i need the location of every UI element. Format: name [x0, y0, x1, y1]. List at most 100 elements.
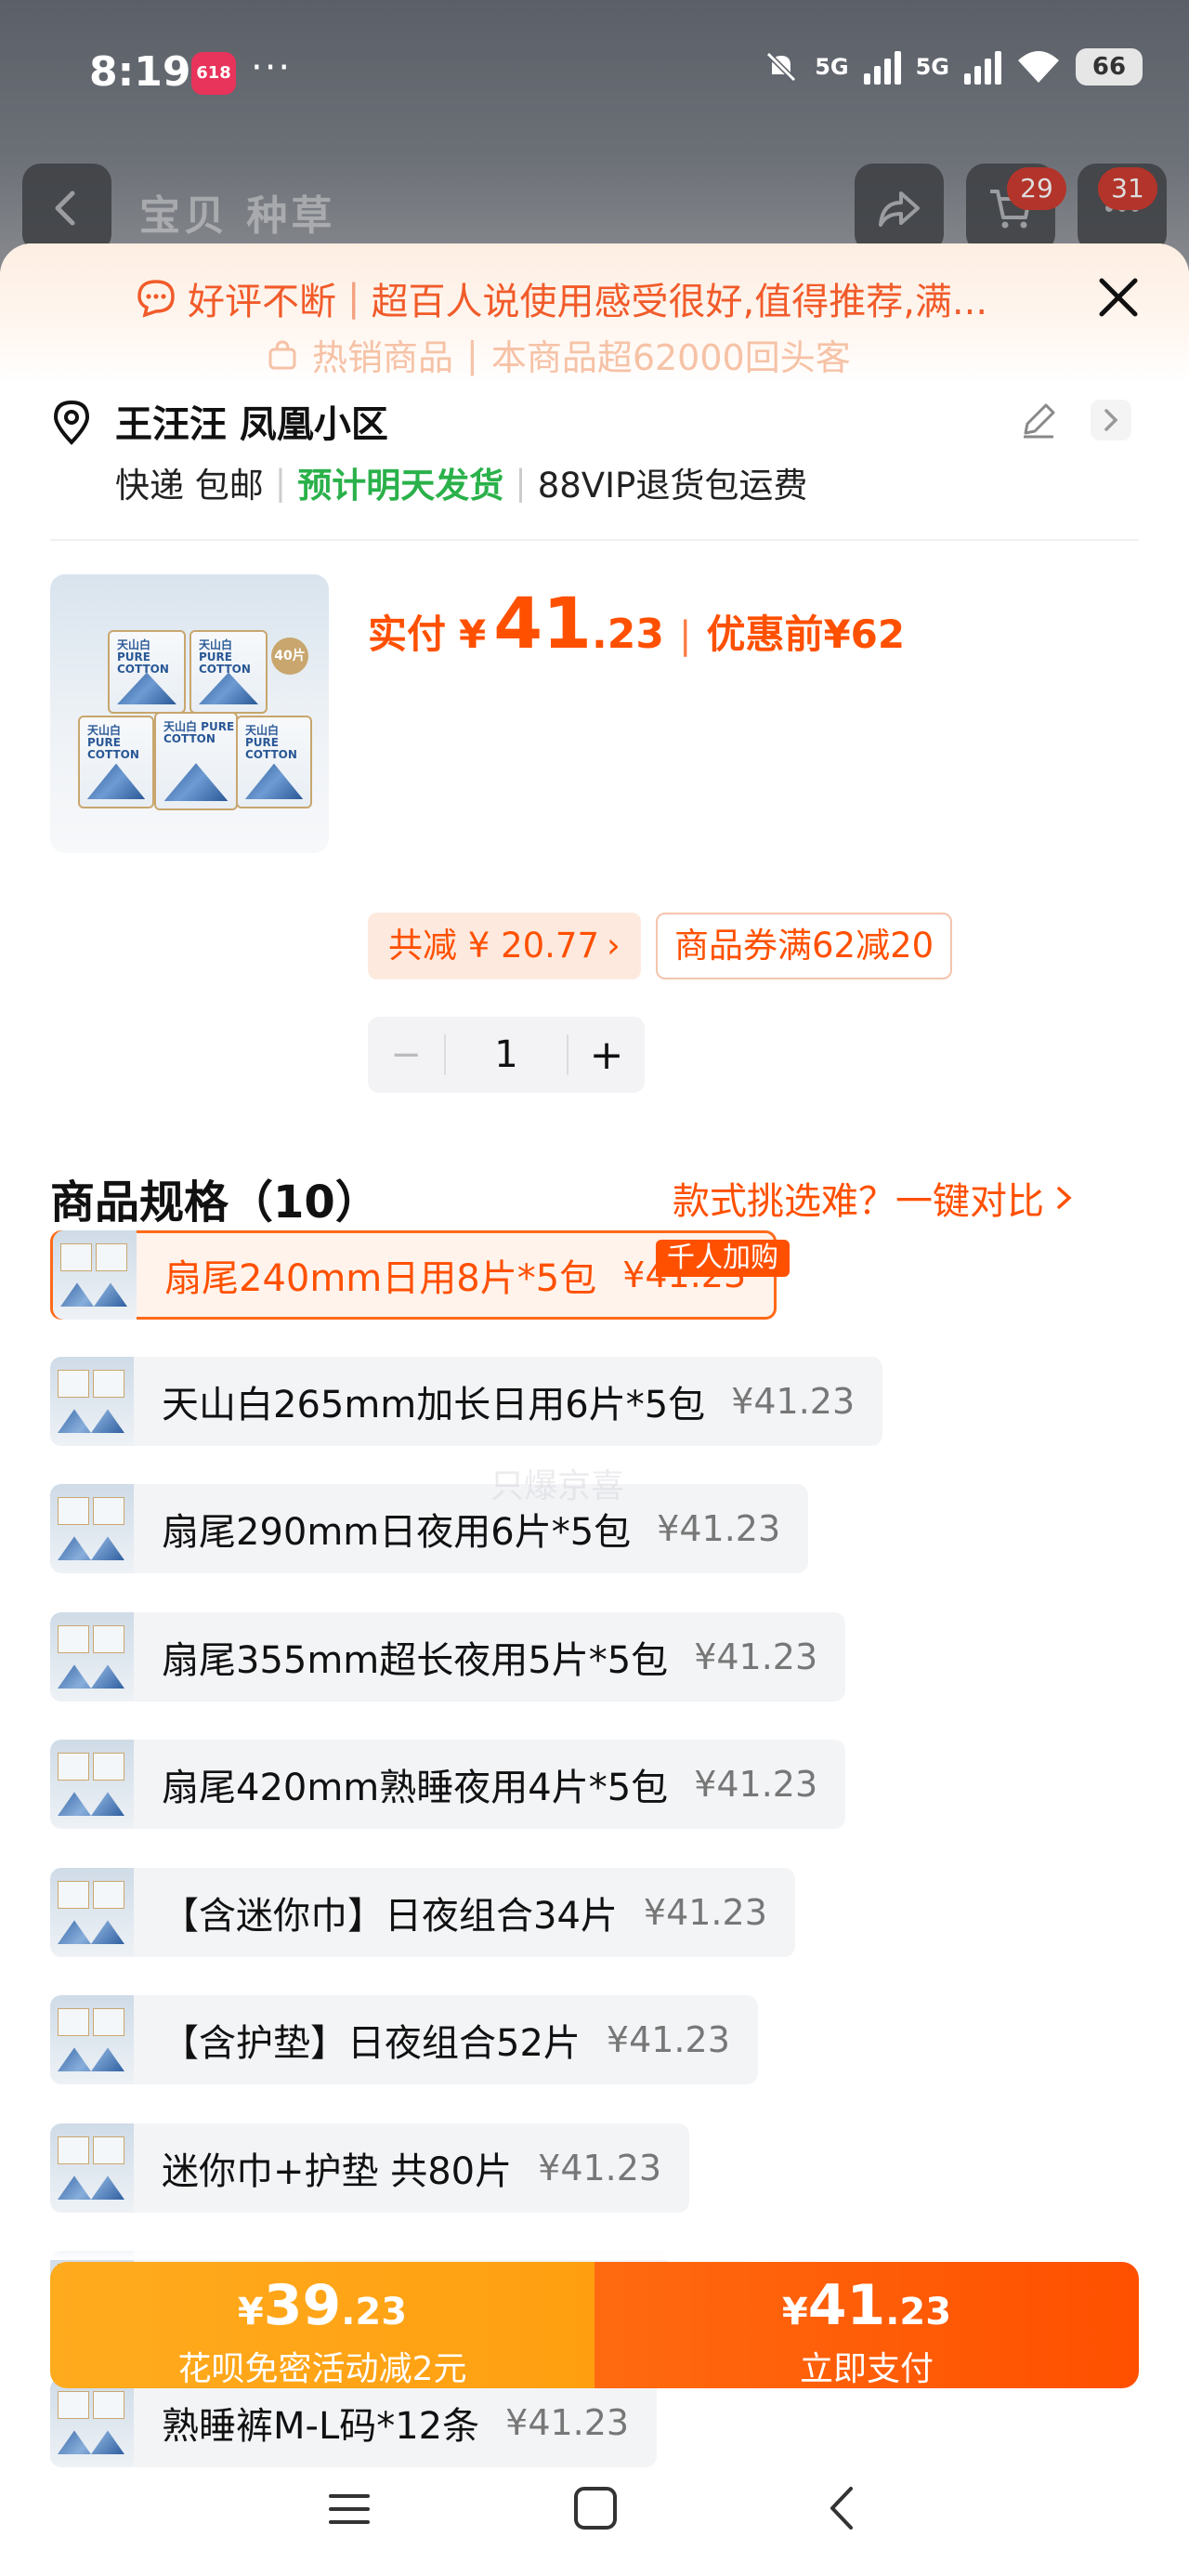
share-button[interactable] — [855, 164, 944, 253]
review-banner-row: 好评不断 | 超百人说使用感受很好,值得推荐,满... — [136, 271, 987, 325]
spec-option-price: ¥41.23 — [538, 2148, 662, 2188]
original-price: 优惠前¥62 — [706, 611, 906, 657]
section-divider — [50, 539, 1139, 541]
spec-option[interactable]: 扇尾420mm熟睡夜用4片*5包 ¥41.23 — [50, 1740, 846, 1829]
quantity-stepper: − 1 + — [368, 1017, 645, 1093]
banner-next-divider: | — [466, 334, 478, 375]
review-banner[interactable]: 好评不断 | 超百人说使用感受很好,值得推荐,满... 热销商品 | 本商品超6… — [0, 243, 1189, 383]
shipping-divider: | — [515, 462, 527, 503]
cart-count-badge: 29 — [1007, 167, 1066, 210]
spec-option[interactable]: 【含迷你巾】日夜组合34片 ¥41.23 — [50, 1868, 795, 1957]
status-more-dots: ··· — [251, 46, 293, 89]
decrease-button[interactable]: − — [368, 1033, 444, 1076]
spec-option-price: ¥41.23 — [731, 1381, 856, 1422]
spec-option-thumbnail — [50, 2123, 134, 2213]
banner-next-detail: 本商品超62000回头客 — [490, 337, 851, 378]
discount-detail-button[interactable]: 共减 ¥ 20.77 › — [368, 913, 641, 979]
spec-title: 商品规格（10） — [50, 1176, 380, 1229]
compare-link[interactable]: 款式挑选难？一键对比 — [673, 1171, 1076, 1225]
increase-button[interactable]: + — [568, 1032, 645, 1079]
huabei-price-dec: .23 — [341, 2291, 408, 2333]
spec-option[interactable]: 迷你巾+护垫 共80片 ¥41.23 — [50, 2123, 690, 2213]
spec-option-label: 迷你巾+护垫 共80片 — [162, 2150, 513, 2193]
ship-time: 预计明天发货 — [297, 466, 504, 506]
price-row: 实付 ¥ 41 .23 | 优惠前¥62 — [368, 582, 905, 664]
spec-option-label: 【含护垫】日夜组合52片 — [162, 2022, 581, 2065]
mute-icon — [766, 51, 797, 83]
status-indicators: 5G 5G 66 — [763, 48, 1143, 85]
banner-next-title: 热销商品 — [312, 337, 454, 378]
chat-bubble-icon — [137, 280, 175, 318]
product-pack-image: 天山白 PURE COTTON — [236, 716, 312, 808]
price-integer: 41 — [493, 582, 593, 664]
compare-link-label: 款式挑选难？一键对比 — [673, 1180, 1044, 1223]
bag-icon — [268, 339, 296, 369]
spec-option-price: ¥41.23 — [694, 1636, 818, 1677]
spec-option-label: 扇尾290mm日夜用6片*5包 — [162, 1511, 632, 1554]
spec-option[interactable]: 扇尾355mm超长夜用5片*5包 ¥41.23 — [50, 1612, 846, 1702]
spec-option[interactable]: 【含护垫】日夜组合52片 ¥41.23 — [50, 1995, 758, 2084]
wifi-icon — [1018, 51, 1059, 83]
address-arrow-button[interactable] — [1091, 400, 1131, 440]
quantity-value[interactable]: 1 — [446, 1033, 567, 1076]
menu-icon[interactable] — [327, 2487, 372, 2531]
signal-icon-2 — [964, 49, 1001, 85]
huabei-pay-button[interactable]: ¥39.23 花呗免密活动减2元 — [50, 2262, 594, 2388]
address-section[interactable]: 王汪汪 凤凰小区 快递 包邮 | 预计明天发货 | 88VIP退货包运费 — [50, 392, 1143, 507]
spec-option[interactable]: 天山白265mm加长日用6片*5包 ¥41.23 — [50, 1357, 883, 1446]
discount-amount: 共减 ¥ 20.77 — [388, 926, 599, 966]
spec-option-thumbnail — [50, 1868, 134, 1957]
product-pack-image: 天山白 PURE COTTON — [108, 630, 186, 714]
huabei-price: ¥39.23 — [50, 2273, 594, 2338]
shipping-info: 快递 包邮 | 预计明天发货 | 88VIP退货包运费 — [115, 457, 807, 507]
spec-option-label: 天山白265mm加长日用6片*5包 — [162, 1384, 706, 1426]
chevron-left-icon — [55, 191, 75, 226]
status-time: 8:19 — [89, 48, 191, 96]
huabei-currency: ¥ — [237, 2291, 264, 2333]
huabei-price-int: 39 — [263, 2273, 342, 2338]
spec-option-label: 熟睡裤M-L码*12条 — [162, 2405, 480, 2448]
hot-tag: 千人加购 — [656, 1240, 790, 1277]
banner-next-row: 热销商品 | 本商品超62000回头客 — [266, 329, 851, 380]
close-icon — [1099, 278, 1138, 317]
promo-618-icon: 618 — [191, 52, 236, 95]
vip-return-info: 88VIP退货包运费 — [537, 466, 808, 506]
spec-option[interactable]: 扇尾290mm日夜用6片*5包 ¥41.23 — [50, 1484, 809, 1573]
message-count-badge: 31 — [1098, 167, 1157, 210]
price-divider: | — [678, 614, 692, 657]
list-fade — [0, 2223, 1189, 2260]
system-nav-bar — [0, 2453, 1189, 2576]
location-pin-icon — [53, 400, 90, 445]
network-label-1: 5G — [815, 54, 849, 80]
recipient-address: 王汪汪 凤凰小区 — [115, 403, 388, 446]
pay-now-label: 立即支付 — [799, 2350, 934, 2388]
coupon-tag[interactable]: 商品券满62减20 — [656, 913, 953, 979]
home-icon[interactable] — [572, 2485, 619, 2531]
pay-now-currency: ¥ — [781, 2291, 808, 2333]
order-sheet: 好评不断 | 超百人说使用感受很好,值得推荐,满... 热销商品 | 本商品超6… — [0, 243, 1189, 2576]
spec-option-price: ¥41.23 — [606, 2019, 730, 2060]
back-icon[interactable] — [823, 2485, 860, 2531]
spec-option-label: 扇尾240mm日用8片*5包 — [164, 1257, 597, 1300]
chevron-right-icon — [1057, 1187, 1072, 1209]
close-button[interactable] — [1094, 273, 1143, 322]
spec-option-label: 扇尾355mm超长夜用5片*5包 — [162, 1639, 669, 1682]
pack-count-badge: 40片 — [271, 637, 308, 675]
product-image: 天山白 PURE COTTON 天山白 PURE COTTON 40片 天山白 … — [50, 574, 329, 853]
spec-option-thumbnail — [50, 1484, 134, 1573]
spec-option-thumbnail — [50, 1357, 134, 1446]
edit-icon[interactable] — [1018, 400, 1059, 440]
spec-option-thumbnail — [50, 1995, 134, 2084]
pay-now-price-dec: .23 — [885, 2291, 952, 2333]
pay-now-button[interactable]: ¥41.23 立即支付 — [594, 2262, 1139, 2388]
spec-option-label: 【含迷你巾】日夜组合34片 — [162, 1895, 618, 1938]
huabei-label: 花呗免密活动减2元 — [177, 2350, 467, 2388]
price-currency: ¥ — [459, 611, 487, 657]
delivery-method: 快递 包邮 — [115, 466, 264, 506]
banner-detail: 超百人说使用感受很好,值得推荐,满... — [371, 281, 988, 323]
network-label-2: 5G — [915, 54, 949, 80]
back-button[interactable] — [22, 164, 111, 253]
spec-option-price: ¥41.23 — [694, 1764, 818, 1805]
spec-option-thumbnail — [50, 1740, 134, 1829]
banner-divider: | — [347, 277, 360, 320]
